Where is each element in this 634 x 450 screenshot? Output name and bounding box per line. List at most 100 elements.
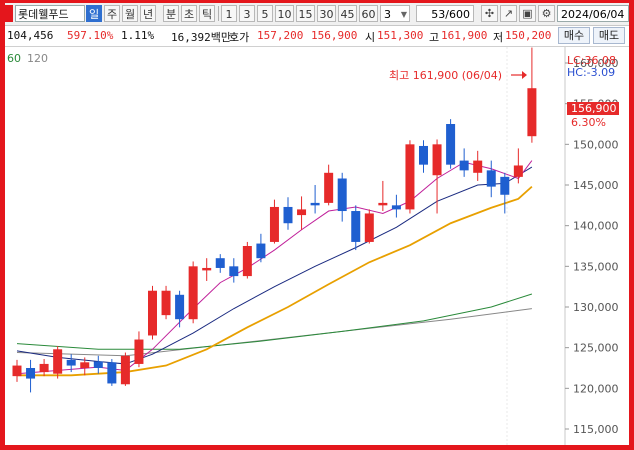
candle-body <box>134 339 144 364</box>
candle-body <box>148 290 157 336</box>
ask-price-value: 157,200 <box>257 29 304 42</box>
candle-body <box>269 206 279 242</box>
candle-body <box>391 205 401 210</box>
crosshair-icon[interactable]: ✣ <box>481 5 498 22</box>
candle <box>53 346 63 379</box>
interval-10-button[interactable]: 10 <box>275 5 294 22</box>
period-tick-button[interactable]: 틱 <box>199 5 215 22</box>
candle <box>405 140 415 214</box>
candle-body <box>297 209 307 216</box>
candle <box>148 285 157 340</box>
open-label: 시 <box>365 31 376 44</box>
candle <box>161 285 171 320</box>
high-price-value: 161,900 <box>441 29 488 42</box>
candle-body <box>53 349 63 374</box>
y-tick-label: 145,000 <box>573 179 619 192</box>
candle-body <box>432 144 442 176</box>
candle <box>188 261 198 324</box>
candle-body <box>486 170 496 187</box>
candle-body <box>283 206 293 224</box>
window-accent <box>5 5 13 22</box>
bid-price-value: 156,900 <box>311 29 358 42</box>
chart-window: 롯데웰푸드 일 주 월 년 분 초 틱 1 3 5 10 15 30 45 60… <box>5 3 629 445</box>
price-chart[interactable]: 160,000155,000150,000145,000140,000135,0… <box>5 47 629 445</box>
toolbar: 롯데웰푸드 일 주 월 년 분 초 틱 1 3 5 10 15 30 45 60… <box>5 3 629 26</box>
current-price-label: 156,900 <box>571 102 617 115</box>
save-icon[interactable]: ▣ <box>519 5 536 22</box>
candle-body <box>107 362 117 384</box>
candle <box>242 241 252 279</box>
candle-body <box>473 160 483 173</box>
interval-select[interactable]: 3 ▼ <box>380 5 410 22</box>
candle-body <box>256 243 266 259</box>
interval-60-button[interactable]: 60 <box>359 5 378 22</box>
quote-label: 호가 <box>229 31 250 44</box>
candle-body <box>215 258 225 268</box>
chart-tools-icon[interactable]: ↗ <box>500 5 517 22</box>
candle-body <box>500 176 510 195</box>
y-tick-label: 120,000 <box>573 382 619 395</box>
buy-button[interactable]: 매수 <box>558 27 590 44</box>
candle <box>107 359 117 386</box>
candle-body <box>337 178 347 212</box>
high-annotation: 최고 161,900 (06/04) <box>389 69 502 82</box>
period-second-button[interactable]: 초 <box>181 5 197 22</box>
candle-body <box>310 202 320 206</box>
change-pct-label: 6.30% <box>571 116 606 129</box>
candle-body <box>324 172 334 203</box>
interval-45-button[interactable]: 45 <box>338 5 357 22</box>
toolbar-divider <box>218 6 219 21</box>
period-day-button[interactable]: 일 <box>86 5 102 22</box>
candle-body <box>120 355 130 385</box>
sell-button[interactable]: 매도 <box>593 27 625 44</box>
interval-30-button[interactable]: 30 <box>317 5 336 22</box>
legend-ma-a: 60 <box>7 52 21 65</box>
period-week-button[interactable]: 주 <box>104 5 120 22</box>
y-tick-label: 125,000 <box>573 342 619 355</box>
low-label: 저 <box>493 31 504 44</box>
interval-3-button[interactable]: 3 <box>239 5 255 22</box>
volume-ratio-value: 597.10% <box>67 29 114 42</box>
candle-body <box>161 290 171 316</box>
interval-1-button[interactable]: 1 <box>221 5 237 22</box>
high-label: 고 <box>429 31 440 44</box>
period-month-button[interactable]: 월 <box>122 5 138 22</box>
candle-body <box>527 88 537 137</box>
low-price-value: 150,200 <box>505 29 552 42</box>
quote-info-bar: 104,456 597.10% 1.11% 16,392백만 호가 157,20… <box>5 26 629 47</box>
turnover-value: 1.11% <box>121 29 155 42</box>
candle-body <box>364 213 374 242</box>
candle-body <box>175 294 185 320</box>
candle-body <box>513 165 523 177</box>
candle-body <box>39 363 49 373</box>
period-minute-button[interactable]: 분 <box>163 5 179 22</box>
trade-amount-value: 16,392백만 <box>171 31 231 44</box>
candle-body <box>229 266 239 277</box>
stock-name-field[interactable]: 롯데웰푸드 <box>15 5 85 22</box>
y-tick-label: 130,000 <box>573 301 619 314</box>
candle-body <box>446 124 456 165</box>
count-display[interactable]: 53/600 <box>416 5 474 22</box>
y-tick-label: 140,000 <box>573 220 619 233</box>
y-tick-label: 135,000 <box>573 260 619 273</box>
hc-label: HC:-3.09 <box>567 66 615 79</box>
candle <box>120 352 130 386</box>
candle-body <box>12 365 22 377</box>
interval-15-button[interactable]: 15 <box>296 5 315 22</box>
candle-body <box>202 267 212 271</box>
y-tick-label: 115,000 <box>573 423 619 436</box>
chevron-down-icon: ▼ <box>400 10 407 19</box>
candle-body <box>405 144 415 210</box>
interval-5-button[interactable]: 5 <box>257 5 273 22</box>
period-year-button[interactable]: 년 <box>140 5 156 22</box>
gear-icon[interactable]: ⚙ <box>538 5 555 22</box>
open-price-value: 151,300 <box>377 29 424 42</box>
candle-body <box>351 211 361 242</box>
candle-body <box>93 361 103 368</box>
candle-body <box>66 359 76 366</box>
candle-body <box>26 368 36 379</box>
candle-body <box>188 266 198 320</box>
candle-body <box>80 362 90 368</box>
candle-body <box>242 246 252 277</box>
date-field[interactable]: 2024/06/04 <box>557 5 629 22</box>
